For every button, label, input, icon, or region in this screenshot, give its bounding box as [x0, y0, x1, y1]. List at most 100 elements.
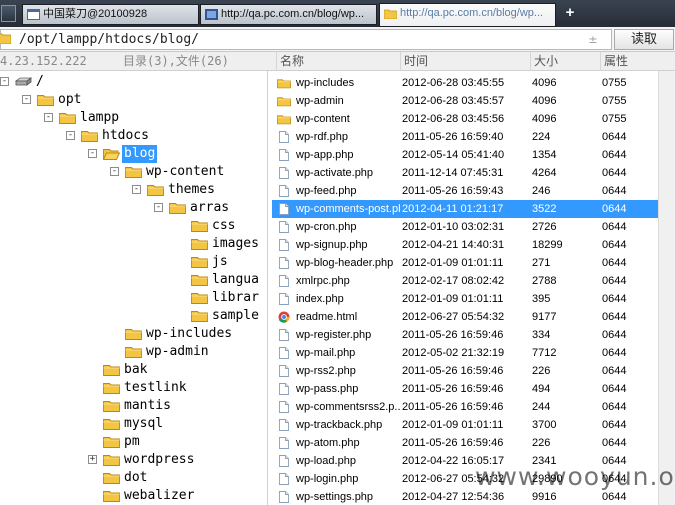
tree-node[interactable]: images	[0, 235, 267, 253]
file-row[interactable]: wp-register.php 2011-05-26 16:59:46 334 064…	[272, 326, 659, 344]
file-row[interactable]: wp-blog-header.php 2012-01-09 01:01:11 271…	[272, 254, 659, 272]
file-row[interactable]: wp-atom.php 2011-05-26 16:59:46 226 0644	[272, 434, 659, 452]
tree-node[interactable]: - blog	[0, 145, 267, 163]
tree-node[interactable]: - opt	[0, 91, 267, 109]
file-attr: 0644	[602, 167, 627, 179]
file-row[interactable]: wp-rss2.php 2011-05-26 16:59:46 226 0644	[272, 362, 659, 380]
tree-node-label: wp-content	[146, 164, 225, 179]
column-header-size[interactable]: 大小	[530, 52, 600, 71]
tree-node[interactable]: js	[0, 253, 267, 271]
file-row[interactable]: wp-app.php 2012-05-14 05:41:40 1354 0644	[272, 146, 659, 164]
file-row[interactable]: wp-admin 2012-06-28 03:45:57 4096 0755	[272, 92, 659, 110]
column-header-attr[interactable]: 属性	[600, 52, 658, 71]
file-time: 2012-06-28 03:45:56	[402, 113, 505, 125]
file-name: wp-settings.php	[296, 491, 374, 503]
file-row[interactable]: wp-cron.php 2012-01-10 03:02:31 2726 0644	[272, 218, 659, 236]
tree-node-label: wordpress	[124, 452, 195, 467]
file-row[interactable]: index.php 2012-01-09 01:01:11 395 0644	[272, 290, 659, 308]
tree-node-label: webalizer	[124, 488, 195, 503]
tree-node[interactable]: pm	[0, 433, 267, 451]
tree-node[interactable]: langua	[0, 271, 267, 289]
file-row[interactable]: xmlrpc.php 2012-02-17 08:02:42 2788 0644	[272, 272, 659, 290]
collapse-icon[interactable]: -	[154, 203, 163, 212]
folder-icon	[169, 201, 186, 214]
tree-node[interactable]: mysql	[0, 415, 267, 433]
tree-node[interactable]: - themes	[0, 181, 267, 199]
tree-node-label: dot	[124, 470, 148, 485]
file-time: 2012-05-02 21:32:19	[402, 347, 505, 359]
tree-node[interactable]: sample	[0, 307, 267, 325]
file-size: 226	[532, 365, 551, 377]
file-name: wp-signup.php	[296, 239, 368, 251]
file-name: wp-register.php	[296, 329, 372, 341]
path-input[interactable]: /opt/lampp/htdocs/blog/	[0, 29, 612, 50]
file-size: 2788	[532, 275, 557, 287]
file-row[interactable]: wp-rdf.php 2011-05-26 16:59:40 224 0644	[272, 128, 659, 146]
tree-node[interactable]: - wp-content	[0, 163, 267, 181]
file-attr: 0644	[602, 365, 627, 377]
file-row[interactable]: wp-signup.php 2012-04-21 14:40:31 18299 064…	[272, 236, 659, 254]
read-button[interactable]: 读取	[614, 29, 674, 50]
vertical-scrollbar[interactable]	[658, 71, 675, 505]
file-row[interactable]: wp-pass.php 2011-05-26 16:59:46 494 0644	[272, 380, 659, 398]
file-icon	[277, 131, 291, 143]
file-row[interactable]: wp-mail.php 2012-05-02 21:32:19 7712 0644	[272, 344, 659, 362]
tree-node[interactable]: - arras	[0, 199, 267, 217]
tree-node[interactable]: wp-includes	[0, 325, 267, 343]
tree-node[interactable]: - htdocs	[0, 127, 267, 145]
window-menu-icon[interactable]	[1, 5, 16, 22]
file-row[interactable]: wp-trackback.php 2012-01-09 01:01:11 3700 0…	[272, 416, 659, 434]
collapse-icon[interactable]: -	[0, 77, 9, 86]
tab-2[interactable]: http://qa.pc.com.cn/blog/wp...	[379, 3, 556, 27]
file-row[interactable]: wp-comments-post.php 2012-04-11 01:21:17 3…	[272, 200, 659, 218]
collapse-icon[interactable]: -	[66, 131, 75, 140]
directory-tree[interactable]: - / - opt - lampp - htdocs - blog - wp-content - them…	[0, 71, 268, 505]
tree-node[interactable]: bak	[0, 361, 267, 379]
folder-icon	[191, 309, 208, 322]
folder-icon	[103, 381, 120, 394]
tree-node[interactable]: librar	[0, 289, 267, 307]
file-time: 2012-01-10 03:02:31	[402, 221, 505, 233]
column-header-name[interactable]: 名称	[276, 52, 400, 71]
tree-node[interactable]: css	[0, 217, 267, 235]
file-time: 2011-12-14 07:45:31	[402, 167, 504, 179]
tab-label: 中国菜刀@20100928	[43, 8, 148, 20]
collapse-icon[interactable]: -	[110, 167, 119, 176]
file-row[interactable]: wp-content 2012-06-28 03:45:56 4096 0755	[272, 110, 659, 128]
tab-0[interactable]: 中国菜刀@20100928	[22, 4, 199, 25]
column-header-time[interactable]: 时间	[400, 52, 530, 71]
tab-1[interactable]: http://qa.pc.com.cn/blog/wp...	[200, 4, 377, 25]
file-icon	[277, 221, 291, 233]
file-icon	[277, 149, 291, 161]
file-attr: 0644	[602, 131, 627, 143]
file-row[interactable]: wp-includes 2012-06-28 03:45:55 4096 0755	[272, 74, 659, 92]
encoding-select[interactable]: ±	[575, 31, 611, 48]
collapse-icon[interactable]: -	[22, 95, 31, 104]
file-row[interactable]: readme.html 2012-06-27 05:54:32 9177 0644	[272, 308, 659, 326]
tree-node[interactable]: testlink	[0, 379, 267, 397]
file-row[interactable]: wp-activate.php 2011-12-14 07:45:31 4264 06…	[272, 164, 659, 182]
tab-label: http://qa.pc.com.cn/blog/wp...	[221, 8, 365, 20]
collapse-icon[interactable]: -	[44, 113, 53, 122]
file-icon	[277, 491, 291, 503]
file-time: 2012-06-28 03:45:57	[402, 95, 505, 107]
tree-node[interactable]: dot	[0, 469, 267, 487]
file-list[interactable]: wp-includes 2012-06-28 03:45:55 4096 0755 wp…	[272, 71, 675, 505]
tree-node[interactable]: + wordpress	[0, 451, 267, 469]
tree-node[interactable]: mantis	[0, 397, 267, 415]
tree-node[interactable]: webalizer	[0, 487, 267, 505]
collapse-icon[interactable]: -	[88, 149, 97, 158]
tree-node[interactable]: wp-admin	[0, 343, 267, 361]
expand-icon[interactable]: +	[88, 455, 97, 464]
tree-node[interactable]: - lampp	[0, 109, 267, 127]
file-row[interactable]: wp-commentsrss2.p... 2011-05-26 16:59:46 2…	[272, 398, 659, 416]
file-attr: 0644	[602, 293, 627, 305]
collapse-icon[interactable]: -	[132, 185, 141, 194]
tree-node[interactable]: - /	[0, 73, 267, 91]
tree-node-label: images	[212, 236, 259, 251]
new-tab-button[interactable]: +	[562, 4, 578, 22]
folder-icon	[191, 237, 208, 250]
file-icon	[277, 203, 291, 215]
file-row[interactable]: wp-feed.php 2011-05-26 16:59:43 246 0644	[272, 182, 659, 200]
file-size: 224	[532, 131, 551, 143]
